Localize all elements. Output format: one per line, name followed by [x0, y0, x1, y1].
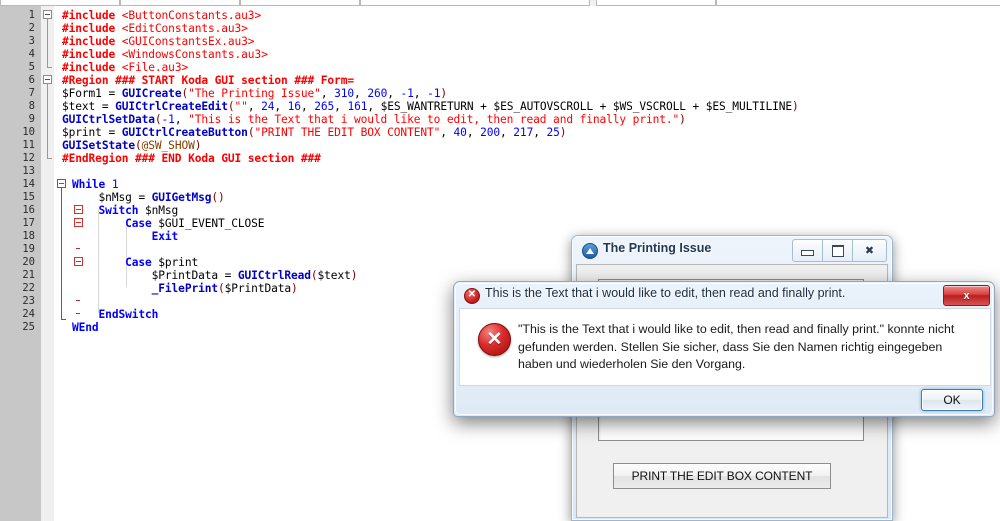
- fold-guide-while: [61, 188, 62, 319]
- code-folding-column[interactable]: [41, 6, 54, 521]
- line-number: 1: [28, 9, 35, 21]
- code-line-7: $Form1 = GUICreate("The Printing Issue",…: [62, 87, 447, 100]
- line-number: 22: [22, 282, 35, 294]
- code-line-16: Switch $nMsg: [98, 204, 179, 217]
- error-dialog-titlebar[interactable]: This is the Text that i would like to ed…: [454, 282, 994, 308]
- code-line-17: Case $GUI_EVENT_CLOSE: [125, 217, 265, 230]
- close-icon: x: [963, 289, 970, 302]
- window-controls: ✖: [792, 239, 887, 262]
- minimize-icon: [793, 240, 822, 261]
- fold-toggle-includes[interactable]: [43, 10, 52, 19]
- line-number: 24: [22, 308, 35, 320]
- close-icon: ✖: [864, 245, 875, 257]
- line-number: 23: [22, 295, 35, 307]
- line-number: 4: [28, 48, 35, 60]
- line-number: 17: [22, 217, 35, 229]
- fold-guide: [47, 19, 48, 67]
- code-line-24: EndSwitch: [98, 308, 159, 321]
- code-line-15: $nMsg = GUIGetMsg(): [72, 191, 225, 204]
- line-number: 21: [22, 269, 35, 281]
- maximize-icon: [823, 240, 852, 261]
- error-message-text: "This is the Text that i would like to e…: [518, 322, 955, 371]
- error-icon: [464, 288, 480, 304]
- line-number: 12: [22, 152, 35, 164]
- printing-issue-titlebar[interactable]: The Printing Issue ✖: [572, 236, 892, 264]
- line-number: 10: [22, 126, 35, 138]
- line-number: 3: [28, 35, 35, 47]
- line-number: 19: [22, 243, 35, 255]
- line-number: 14: [22, 178, 35, 190]
- fold-tick: [76, 248, 80, 249]
- line-number: 8: [28, 100, 35, 112]
- fold-end-while: [61, 319, 66, 320]
- line-number: 15: [22, 191, 35, 203]
- line-number: 18: [22, 230, 35, 242]
- line-number: 9: [28, 113, 35, 125]
- code-line-1: #include <ButtonConstants.au3>: [62, 9, 262, 22]
- error-dialog[interactable]: This is the Text that i would like to ed…: [453, 281, 995, 417]
- line-number: 16: [22, 204, 35, 216]
- fold-guide: [47, 84, 48, 158]
- code-line-10: $print = GUICtrlCreateButton("PRINT THE …: [62, 126, 567, 139]
- code-line-14: While 1: [72, 178, 119, 191]
- fold-toggle-region[interactable]: [43, 75, 52, 84]
- line-number: 13: [22, 165, 35, 177]
- code-line-3: #include <GUIConstantsEx.au3>: [62, 35, 255, 48]
- error-dialog-close-button[interactable]: x: [943, 285, 990, 306]
- code-line-20: Case $print: [125, 256, 199, 269]
- line-number: 5: [28, 61, 35, 73]
- line-number: 2: [28, 22, 35, 34]
- line-number: 25: [22, 321, 35, 333]
- fold-end: [47, 67, 52, 68]
- autoit-app-icon: [582, 243, 598, 259]
- code-line-22: _FilePrint($PrintData): [151, 282, 298, 295]
- code-line-21: $PrintData = GUICtrlRead($text): [72, 269, 358, 282]
- error-dialog-title-text: This is the Text that i would like to ed…: [485, 286, 846, 300]
- error-dialog-body: "This is the Text that i would like to e…: [459, 308, 991, 386]
- code-line-9: GUICtrlSetData(-1, "This is the Text tha…: [62, 113, 686, 126]
- printing-issue-title-text: The Printing Issue: [603, 241, 712, 255]
- fold-end: [47, 158, 52, 159]
- maximize-button[interactable]: [823, 239, 853, 262]
- ok-button[interactable]: OK: [921, 389, 983, 411]
- code-line-12: #EndRegion ### END Koda GUI section ###: [62, 152, 321, 165]
- code-line-5: #include <File.au3>: [62, 61, 189, 74]
- line-number: 20: [22, 256, 35, 268]
- code-line-11: GUISetState(@SW_SHOW): [62, 139, 202, 152]
- code-line-4: #include <WindowsConstants.au3>: [62, 48, 268, 61]
- code-line-8: $text = GUICtrlCreateEdit("", 24, 16, 26…: [62, 100, 799, 113]
- code-line-6: #Region ### START Koda GUI section ### F…: [62, 74, 354, 87]
- line-number: 11: [22, 139, 35, 151]
- line-number: 6: [28, 74, 35, 86]
- code-line-2: #include <EditConstants.au3>: [62, 22, 248, 35]
- line-number: 7: [28, 87, 35, 99]
- error-dialog-footer: OK: [459, 386, 991, 412]
- line-number-gutter: 1 2 3 4 5 6 7 8 9 10 11 12 13 14 15 16 1…: [0, 6, 41, 521]
- fold-tick: [76, 300, 80, 301]
- fold-toggle-while[interactable]: [57, 179, 66, 188]
- code-line-25: WEnd: [72, 321, 99, 334]
- error-icon-large: [478, 323, 511, 356]
- code-line-18: Exit: [151, 230, 179, 243]
- minimize-button[interactable]: [792, 239, 823, 262]
- close-button[interactable]: ✖: [853, 239, 887, 262]
- print-edit-box-content-button[interactable]: PRINT THE EDIT BOX CONTENT: [613, 463, 831, 489]
